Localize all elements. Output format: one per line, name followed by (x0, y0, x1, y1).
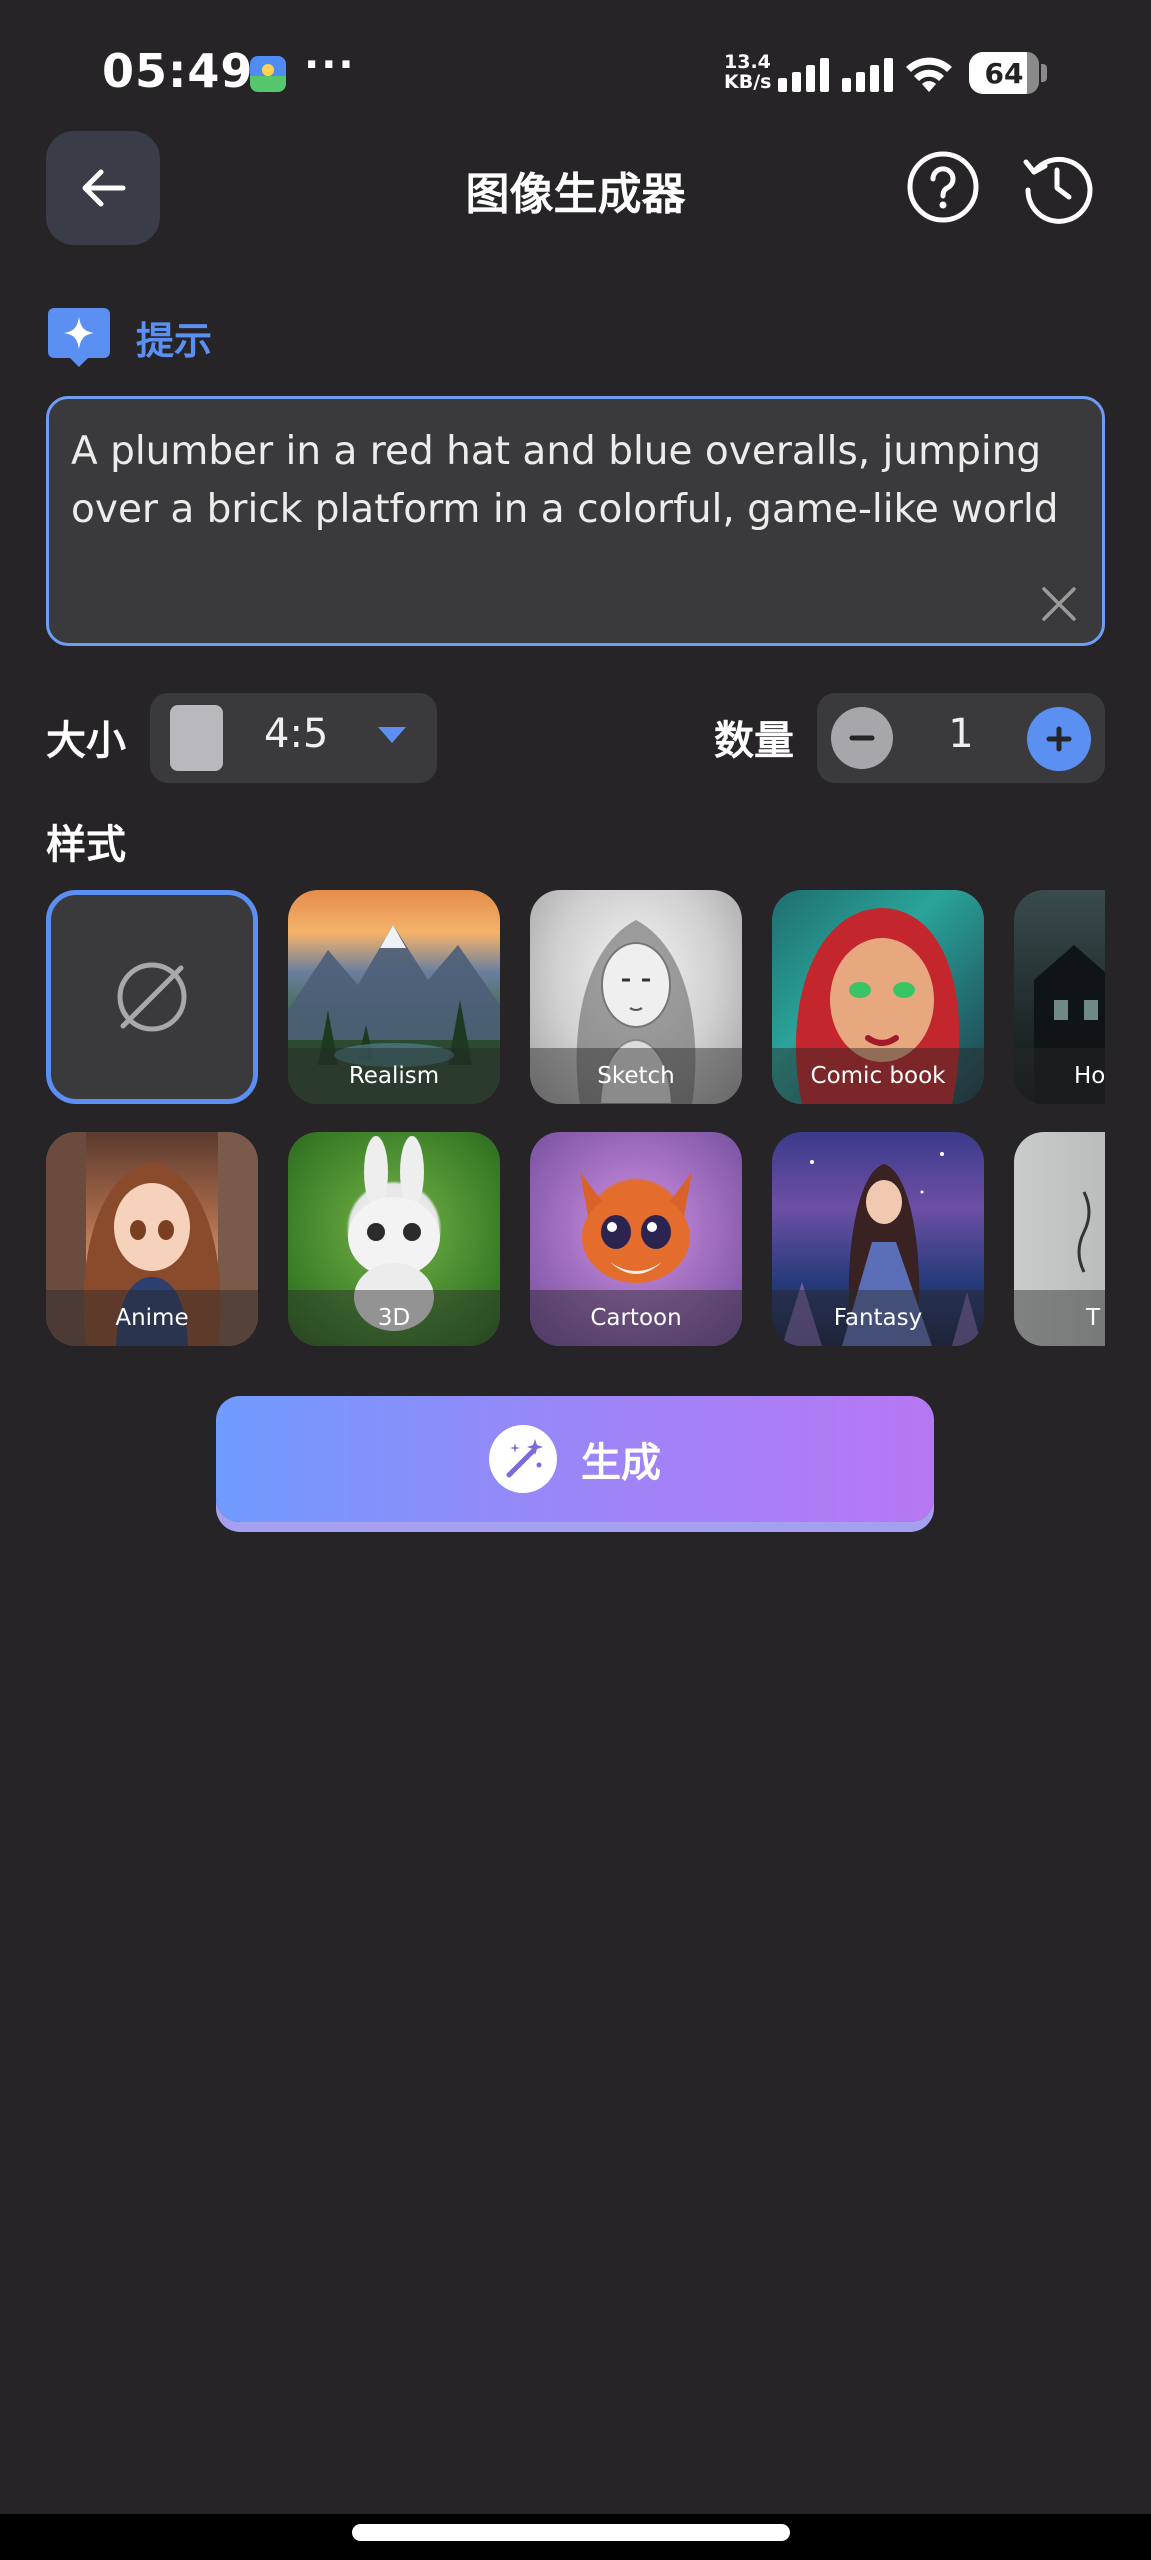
aspect-ratio-swatch (170, 705, 223, 771)
size-label: 大小 (46, 718, 126, 764)
style-tile-label: 3D (288, 1290, 500, 1346)
status-more-icon: ··· (304, 42, 356, 88)
style-none-tile[interactable] (46, 890, 258, 1104)
style-tile-label: Realism (288, 1048, 500, 1104)
generate-button[interactable]: 生成 (216, 1396, 934, 1522)
battery-tip (1041, 64, 1047, 82)
style-tile-label: Sketch (530, 1048, 742, 1104)
app-notification-icon (250, 56, 286, 92)
help-button[interactable] (906, 150, 980, 224)
style-tile-label: Anime (46, 1290, 258, 1346)
status-bar: 05:49 ··· 13.4 KB/s 64 (0, 0, 1151, 130)
style-grid: Realism Sketch Comic book Ho Anime 3D Ca… (46, 890, 1105, 1350)
style-label: 样式 (46, 822, 126, 868)
style-tile-tattoo[interactable]: T (1014, 1132, 1105, 1346)
no-style-icon (117, 962, 187, 1032)
style-tile-horror[interactable]: Ho (1014, 890, 1105, 1104)
image-generator-screen: 05:49 ··· 13.4 KB/s 64 图像生成器 提示 A plumbe… (0, 0, 1151, 2560)
sparkle-icon (48, 308, 110, 367)
style-tile-label: Fantasy (772, 1290, 984, 1346)
style-tile-label: Ho (1014, 1048, 1105, 1104)
clear-prompt-button[interactable] (1034, 579, 1084, 629)
style-tile-3d[interactable]: 3D (288, 1132, 500, 1346)
plus-icon (1046, 726, 1072, 752)
history-icon (1023, 156, 1093, 224)
style-tile-realism[interactable]: Realism (288, 890, 500, 1104)
history-button[interactable] (1020, 150, 1094, 224)
prompt-text[interactable]: A plumber in a red hat and blue overalls… (71, 423, 1071, 539)
close-icon (1042, 587, 1076, 621)
battery-icon: 64 (969, 52, 1039, 94)
network-speed: 13.4 KB/s (724, 52, 778, 92)
quantity-stepper: 1 (817, 693, 1105, 783)
prompt-label: 提示 (136, 318, 213, 363)
chevron-down-icon (378, 727, 406, 743)
prompt-input[interactable]: A plumber in a red hat and blue overalls… (46, 396, 1105, 646)
style-tile-label: Cartoon (530, 1290, 742, 1346)
minus-icon (849, 735, 875, 741)
style-tile-label: T (1014, 1290, 1105, 1346)
battery-level: 64 (984, 56, 1024, 90)
style-tile-fantasy[interactable]: Fantasy (772, 1132, 984, 1346)
style-tile-comic-book[interactable]: Comic book (772, 890, 984, 1104)
generate-label: 生成 (581, 1440, 661, 1486)
wifi-icon (906, 57, 952, 92)
style-tile-cartoon[interactable]: Cartoon (530, 1132, 742, 1346)
quantity-increase-button[interactable] (1027, 707, 1091, 771)
quantity-decrease-button[interactable] (831, 707, 893, 769)
help-icon (907, 151, 979, 223)
magic-wand-icon (489, 1425, 557, 1493)
style-tile-sketch[interactable]: Sketch (530, 890, 742, 1104)
style-tile-label: Comic book (772, 1048, 984, 1104)
network-speed-unit: KB/s (724, 71, 772, 93)
prompt-section-header: 提示 (46, 304, 212, 370)
size-value: 4:5 (264, 711, 329, 757)
quantity-label: 数量 (714, 718, 794, 764)
style-tile-anime[interactable]: Anime (46, 1132, 258, 1346)
signal-icon (778, 52, 893, 92)
status-time: 05:49 (102, 44, 254, 98)
size-select[interactable]: 4:5 (150, 693, 437, 783)
home-indicator[interactable] (352, 2524, 790, 2541)
network-speed-value: 13.4 (724, 51, 771, 73)
